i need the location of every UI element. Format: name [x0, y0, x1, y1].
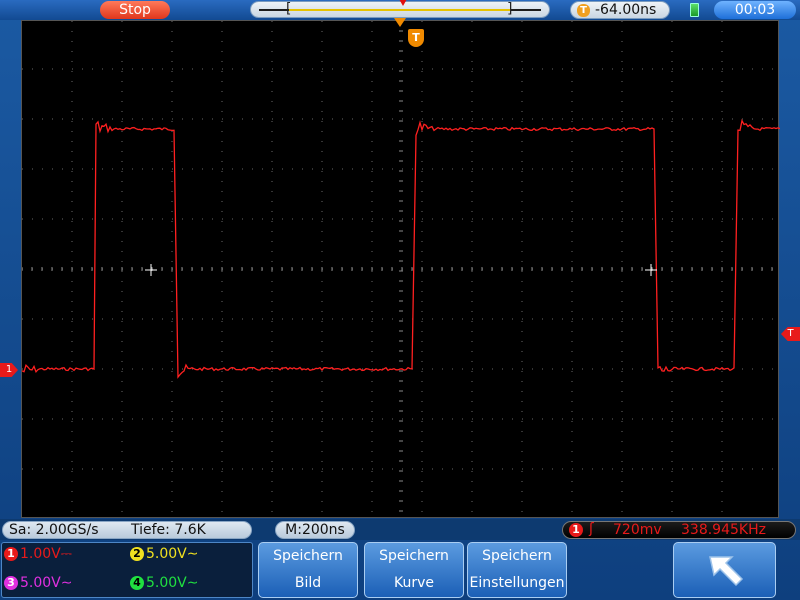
view-window [289, 9, 511, 11]
waveform-display[interactable] [21, 20, 781, 519]
softkey-label-line2: Bild [294, 575, 322, 591]
trigger-channel: 1 [569, 523, 583, 537]
ch1-badge: 1 [4, 547, 18, 561]
waveform-canvas [21, 20, 781, 519]
trigger-offset-value: -64.00ns [595, 2, 657, 18]
trigger-position-arrow-icon [394, 18, 406, 27]
ch1-waveform [21, 118, 781, 379]
trigger-level-marker[interactable]: T [781, 327, 800, 341]
trigger-offset-display[interactable]: T -64.00ns [570, 1, 670, 19]
clock: 00:03 [714, 1, 796, 19]
rising-edge-icon: ʃ [589, 521, 594, 537]
overview-right-bracket: ] [506, 1, 515, 17]
ch2-scale-value: 5.00V∼ [146, 546, 199, 562]
softkey-label-line2: Kurve [393, 575, 434, 591]
softkey-label-line2: Einstellungen [469, 575, 565, 591]
graticule [21, 20, 780, 519]
back-arrow-icon [709, 556, 744, 587]
top-bar: Stop [ ] T -64.00ns 00:03 [0, 0, 800, 20]
trigger-t-icon: T [577, 4, 590, 17]
timebase[interactable]: M:200ns [275, 521, 355, 539]
ch3-scale-value: 5.00V∼ [20, 575, 73, 591]
memory-overview-bar[interactable]: [ ] [250, 0, 550, 18]
run-stop-button[interactable]: Stop [100, 1, 170, 19]
ch4-badge: 4 [130, 576, 144, 590]
save-image-button[interactable]: Speichern Bild [258, 542, 358, 598]
softkey-label-line1: Speichern [273, 548, 343, 564]
sample-rate: Sa: 2.00GS/s [9, 522, 99, 538]
memory-depth: Tiefe: 7.6K [131, 522, 206, 538]
save-settings-button[interactable]: Speichern Einstellungen [467, 542, 567, 598]
trigger-frequency: 338.945KHz [681, 522, 766, 538]
trigger-position-icon [399, 0, 407, 6]
info-bar: Sa: 2.00GS/s Tiefe: 7.6K M:200ns 1 ʃ 720… [0, 519, 800, 540]
ch3-badge: 3 [4, 576, 18, 590]
overview-left-bracket: [ [284, 1, 293, 17]
softkey-label-line1: Speichern [379, 548, 449, 564]
ch1-scale-value: 1.00V⎓ [20, 546, 72, 562]
back-button[interactable] [673, 542, 776, 598]
trigger-level: 720mv [613, 522, 662, 538]
trigger-info[interactable]: 1 ʃ 720mv 338.945KHz [562, 521, 796, 539]
ch2-badge: 2 [130, 547, 144, 561]
battery-icon [690, 3, 699, 17]
save-waveform-button[interactable]: Speichern Kurve [364, 542, 464, 598]
ch1-offset-marker[interactable]: 1 [0, 363, 18, 377]
softkey-label-line1: Speichern [482, 548, 552, 564]
acquisition-info[interactable]: Sa: 2.00GS/s Tiefe: 7.6K [2, 521, 252, 539]
trigger-position-marker[interactable]: T [408, 29, 424, 47]
oscilloscope-ui: Stop [ ] T -64.00ns 00:03 T 1 T Sa: 2.00… [0, 0, 800, 600]
ch4-scale-value: 5.00V∼ [146, 575, 199, 591]
